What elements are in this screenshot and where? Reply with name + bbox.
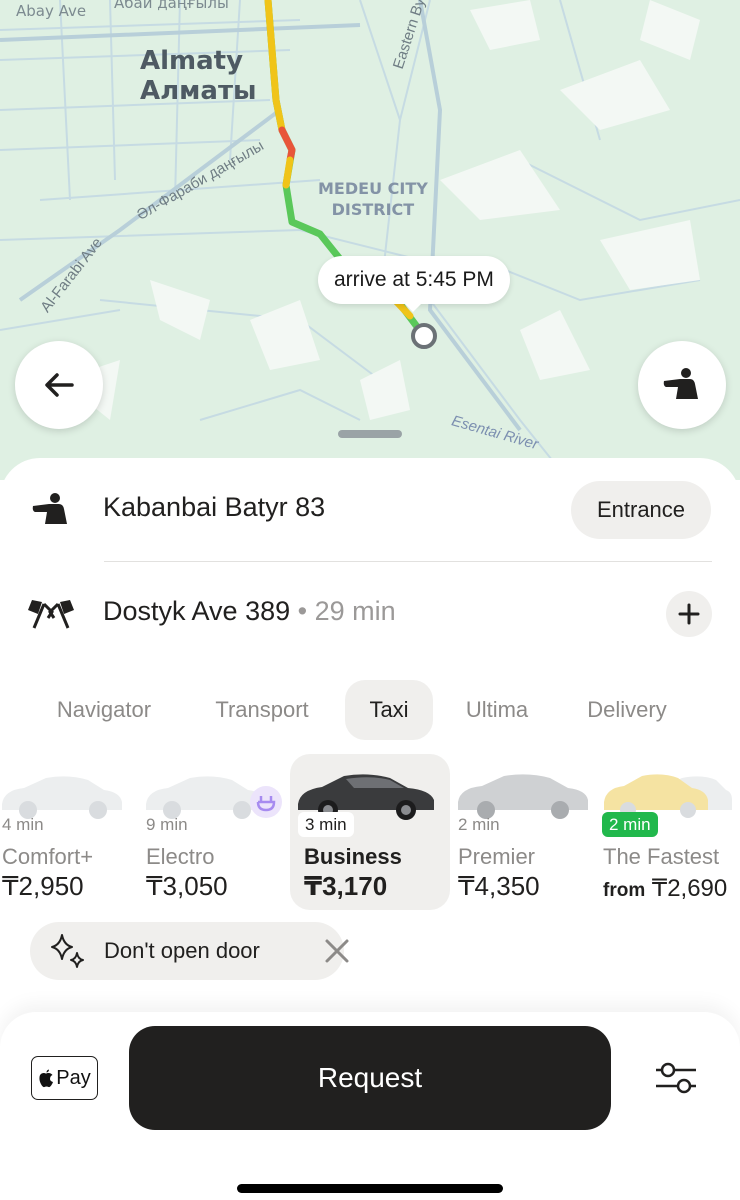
tab-transport[interactable]: Transport — [198, 680, 326, 740]
price-value: 4,350 — [474, 871, 540, 901]
tab-delivery[interactable]: Delivery — [572, 680, 682, 740]
tariff-price: ₸2,950 — [2, 871, 84, 902]
tariff-name: Business — [304, 844, 402, 869]
tariff-eta: 2 min — [458, 815, 500, 834]
divider — [104, 561, 712, 562]
currency-symbol: ₸ — [146, 871, 163, 901]
option-chip[interactable]: Don't open door — [30, 922, 349, 980]
destination-row[interactable]: Dostyk Ave 389 • 29 min — [0, 566, 740, 666]
district-label: MEDEU CITY DISTRICT — [318, 178, 428, 220]
pickup-address[interactable]: Kabanbai Batyr 83 — [103, 492, 325, 523]
trip-duration: 29 min — [314, 596, 396, 626]
tariff-name: Comfort+ — [2, 844, 94, 869]
request-button[interactable]: Request — [129, 1026, 611, 1130]
tariff-eta: 9 min — [146, 815, 188, 834]
pickup-point-button[interactable] — [638, 341, 726, 429]
tariff-eta: 3 min — [298, 812, 354, 837]
destination-address-line[interactable]: Dostyk Ave 389 • 29 min — [103, 596, 396, 627]
pickup-row[interactable]: Kabanbai Batyr 83 Entrance — [0, 458, 740, 562]
price-value: 3,170 — [322, 871, 388, 901]
tariff-price: ₸4,350 — [458, 871, 540, 902]
district-line-1: MEDEU CITY — [318, 179, 428, 198]
tab-ultima[interactable]: Ultima — [452, 680, 542, 740]
price-value: 2,950 — [18, 871, 84, 901]
sparkles-icon — [51, 934, 84, 968]
currency-symbol: ₸ — [458, 871, 475, 901]
tariff-price: ₸3,170 — [304, 871, 387, 902]
plus-icon — [678, 603, 700, 625]
currency-symbol: ₸ — [2, 871, 19, 901]
apple-logo-icon — [39, 1069, 54, 1087]
person-pointing-icon — [663, 368, 698, 399]
tariff-card-business[interactable]: 3 min Business ₸3,170 — [290, 754, 450, 910]
currency-symbol: ₸ — [651, 875, 668, 902]
payment-method-button[interactable]: Pay — [31, 1056, 98, 1100]
tariff-price: ₸3,050 — [146, 871, 228, 902]
tariff-eta: 2 min — [602, 812, 658, 837]
tariff-name: The Fastest — [603, 844, 720, 869]
tariff-card-premier[interactable]: 2 min Premier ₸4,350 — [446, 754, 604, 910]
price-value: 3,050 — [162, 871, 228, 901]
map-background — [0, 0, 740, 471]
tariff-price: from ₸2,690 — [603, 874, 727, 903]
street-label: Abay Ave — [16, 2, 87, 20]
pay-label: Pay — [56, 1066, 91, 1089]
entrance-button[interactable]: Entrance — [571, 481, 711, 539]
settings-button[interactable] — [650, 1056, 702, 1100]
tab-navigator[interactable]: Navigator — [40, 680, 168, 740]
city-name-en: Almaty — [140, 46, 244, 76]
tariff-card-comfort-plus[interactable]: 4 min Comfort+ ₸2,950 — [0, 754, 148, 910]
tariff-name: Electro — [146, 844, 215, 869]
district-line-2: DISTRICT — [331, 200, 415, 219]
tariff-eta: 4 min — [2, 815, 44, 834]
separator-dot: • — [297, 596, 308, 626]
home-indicator — [237, 1184, 503, 1193]
city-label: Almaty Алматы — [140, 46, 257, 106]
destination-address: Dostyk Ave 389 — [103, 596, 291, 626]
add-stop-button[interactable] — [666, 591, 712, 637]
tariff-card-the-fastest[interactable]: 2 min The Fastest from ₸2,690 — [590, 754, 740, 910]
checkered-flags-icon — [26, 594, 76, 634]
close-icon[interactable] — [324, 938, 350, 964]
person-pointing-icon — [26, 490, 76, 530]
currency-symbol: ₸ — [304, 871, 323, 901]
price-prefix: from — [603, 880, 646, 901]
option-chip-label: Don't open door — [104, 938, 260, 963]
arrival-time-bubble: arrive at 5:45 PM — [318, 256, 510, 312]
service-tabs: Navigator Transport Taxi Ultima Delivery — [0, 680, 740, 740]
arrival-time-text: arrive at 5:45 PM — [334, 268, 494, 291]
street-label: Абай даңғылы — [114, 0, 229, 12]
back-button[interactable] — [15, 341, 103, 429]
city-name-ru: Алматы — [140, 76, 257, 106]
sheet-handle[interactable] — [338, 430, 402, 438]
bottom-action-bar: Pay Request — [0, 1012, 740, 1200]
tariff-card-electro[interactable]: 9 min Electro ₸3,050 — [134, 754, 292, 910]
map-view[interactable]: Abay Ave Абай даңғылы Eastern Byp Әл-Фар… — [0, 0, 740, 480]
price-value: 2,690 — [667, 875, 728, 902]
tariff-carousel[interactable]: 4 min Comfort+ ₸2,950 9 min Electro ₸3,0… — [0, 754, 740, 912]
tab-taxi[interactable]: Taxi — [345, 680, 433, 740]
sliders-icon — [656, 1062, 696, 1094]
arrow-left-icon — [45, 373, 74, 397]
tariff-name: Premier — [458, 844, 536, 869]
